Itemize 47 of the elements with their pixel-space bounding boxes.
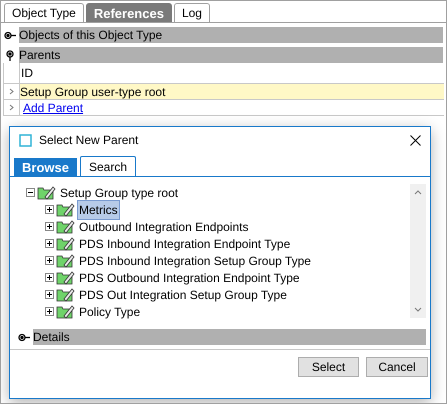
folder-pencil-icon <box>56 219 75 234</box>
scroll-down-icon[interactable] <box>414 307 422 312</box>
dialog-button[interactable]: Select <box>298 357 359 377</box>
expand-icon[interactable] <box>45 307 54 316</box>
tab[interactable]: Browse <box>14 158 77 176</box>
column-header: ID <box>20 65 33 82</box>
tab[interactable]: Log <box>174 3 210 22</box>
folder-pencil-icon <box>56 236 75 251</box>
tree-item[interactable]: Metrics <box>77 200 120 220</box>
expand-icon[interactable] <box>45 222 54 231</box>
tree-item[interactable]: PDS Outbound Integration Endpoint Type <box>77 268 302 288</box>
pin-right-icon[interactable] <box>4 30 17 40</box>
scrollbar[interactable] <box>410 184 426 318</box>
folder-pencil-icon <box>37 185 56 200</box>
expand-icon[interactable] <box>45 273 54 282</box>
scroll-up-icon[interactable] <box>414 190 422 195</box>
dialog-title: Select New Parent <box>39 132 140 149</box>
section-header[interactable]: Parents <box>19 47 443 63</box>
dialog-button[interactable]: Cancel <box>366 357 428 377</box>
tree-item[interactable]: PDS Inbound Integration Setup Group Type <box>77 250 313 270</box>
table-cell: Setup Group user-type root <box>20 84 166 99</box>
close-icon[interactable] <box>410 134 421 146</box>
window-icon <box>19 134 32 146</box>
tab[interactable]: Search <box>80 156 136 176</box>
add-parent-link[interactable]: Add Parent <box>20 100 84 115</box>
expand-icon[interactable] <box>45 256 54 265</box>
folder-pencil-icon <box>56 304 75 319</box>
expand-icon[interactable] <box>45 239 54 248</box>
folder-pencil-icon <box>56 287 75 302</box>
collapse-icon[interactable] <box>26 188 35 197</box>
folder-pencil-icon <box>56 253 75 268</box>
pin-right-icon[interactable] <box>18 332 31 342</box>
tree-item[interactable]: Policy Type <box>77 302 142 322</box>
tree-item[interactable]: PDS Out Integration Setup Group Type <box>77 284 289 304</box>
tree-item[interactable]: PDS Inbound Integration Endpoint Type <box>77 234 292 254</box>
chevron-right-icon[interactable] <box>9 104 14 111</box>
expand-icon[interactable] <box>45 290 54 299</box>
expand-icon[interactable] <box>45 205 54 214</box>
tree-item[interactable]: Setup Group type root <box>58 182 180 202</box>
section-header[interactable]: Objects of this Object Type <box>19 27 443 43</box>
section-header[interactable]: Details <box>33 329 426 345</box>
tab[interactable]: Object Type <box>4 3 84 22</box>
chevron-right-icon[interactable] <box>9 88 14 95</box>
tab[interactable]: References <box>86 3 172 22</box>
folder-pencil-icon <box>56 202 75 217</box>
tree-item[interactable]: Outbound Integration Endpoints <box>77 216 250 236</box>
folder-pencil-icon <box>56 270 75 285</box>
